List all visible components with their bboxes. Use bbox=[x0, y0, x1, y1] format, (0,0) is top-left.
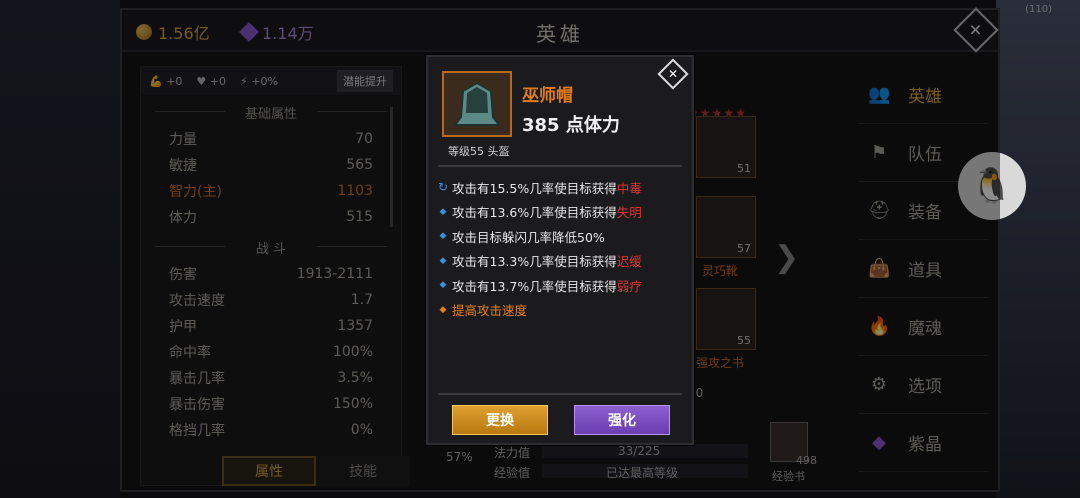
item-main-stat: 385 点体力 bbox=[522, 115, 620, 136]
swap-button[interactable]: 更换 bbox=[452, 405, 548, 435]
diamond-bullet-icon: ◆ bbox=[439, 280, 447, 291]
affix-line: ↻ 攻击有15.5%几率使目标获得 中毒 bbox=[437, 180, 642, 196]
affix-line: ◆ 攻击有13.3%几率使目标获得 迟缓 bbox=[436, 249, 686, 274]
diamond-bullet-icon: ◆ bbox=[439, 255, 447, 266]
item-image bbox=[442, 71, 512, 137]
diamond-bullet-icon: ◆ bbox=[439, 231, 447, 242]
divider bbox=[438, 393, 682, 395]
affix-list: ↻ 攻击有15.5%几率使目标获得 中毒 ◆ 攻击有13.6%几率使目标获得 失明 ◆ 攻… bbox=[436, 175, 686, 322]
affix-line: ◆ 攻击目标躲闪几率降低50% bbox=[436, 224, 686, 249]
background-left bbox=[0, 0, 120, 498]
affix-line-special: ◆ 提高攻击速度 bbox=[436, 298, 686, 323]
cycle-icon: ↻ bbox=[437, 180, 449, 195]
affix-line: ◆ 攻击有13.7%几率使目标获得 弱疗 bbox=[436, 273, 686, 298]
hood-icon bbox=[453, 81, 501, 126]
upgrade-button[interactable]: 强化 bbox=[574, 405, 670, 435]
corner-text: (110) bbox=[1025, 4, 1052, 15]
diamond-bullet-icon: ◆ bbox=[439, 206, 447, 217]
item-detail-modal: ✕ 巫师帽 385 点体力 等级55 头盔 ↻ 攻击有15.5%几率使目标获得 中毒… bbox=[426, 55, 694, 445]
divider bbox=[438, 165, 682, 167]
affix-line: ◆ 攻击有13.6%几率使目标获得 失明 bbox=[436, 200, 686, 225]
diamond-bullet-icon: ◆ bbox=[439, 304, 447, 315]
background-right: (110) bbox=[996, 0, 1080, 498]
close-icon: ✕ bbox=[667, 67, 679, 81]
modal-close-button[interactable]: ✕ bbox=[657, 58, 689, 90]
item-name: 巫师帽 bbox=[522, 86, 573, 106]
item-level: 等级55 头盔 bbox=[448, 145, 510, 158]
